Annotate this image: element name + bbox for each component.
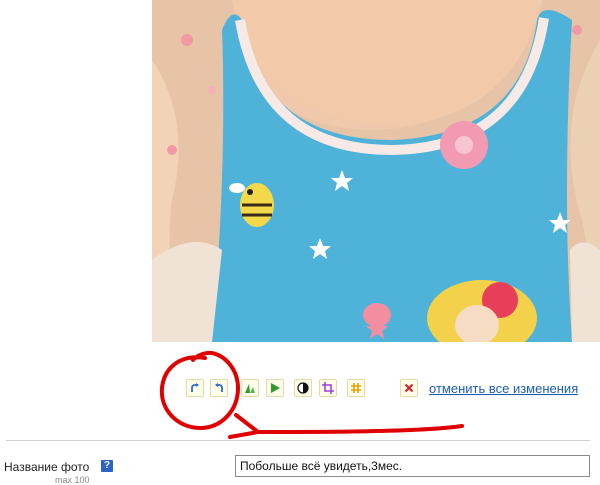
photo-title-label: Название фото <box>4 460 90 474</box>
grid-icon <box>351 383 361 393</box>
rotate-right-button[interactable] <box>186 379 204 397</box>
levels-icon <box>245 384 255 393</box>
delete-icon <box>404 383 414 393</box>
delete-button[interactable] <box>400 379 418 397</box>
grid-button[interactable] <box>347 379 365 397</box>
play-forward-button[interactable] <box>266 379 284 397</box>
rotate-left-button[interactable] <box>210 379 228 397</box>
photo-image <box>152 0 600 342</box>
crop-button[interactable] <box>319 379 337 397</box>
title-length-hint: max 100 <box>55 475 90 485</box>
rotate-right-icon <box>191 383 199 392</box>
help-icon[interactable]: ? <box>101 460 113 472</box>
revert-all-changes-link[interactable]: отменить все изменения <box>429 381 578 396</box>
photo-title-input[interactable] <box>235 455 590 477</box>
rotate-left-icon <box>215 383 223 392</box>
photo-edit-toolbar: отменить все изменения <box>0 368 600 408</box>
photo-preview <box>152 0 600 342</box>
crop-icon <box>322 382 334 394</box>
separator <box>6 440 590 441</box>
play-forward-icon <box>271 383 280 393</box>
levels-button[interactable] <box>241 379 259 397</box>
contrast-icon <box>297 382 309 394</box>
contrast-button[interactable] <box>294 379 312 397</box>
